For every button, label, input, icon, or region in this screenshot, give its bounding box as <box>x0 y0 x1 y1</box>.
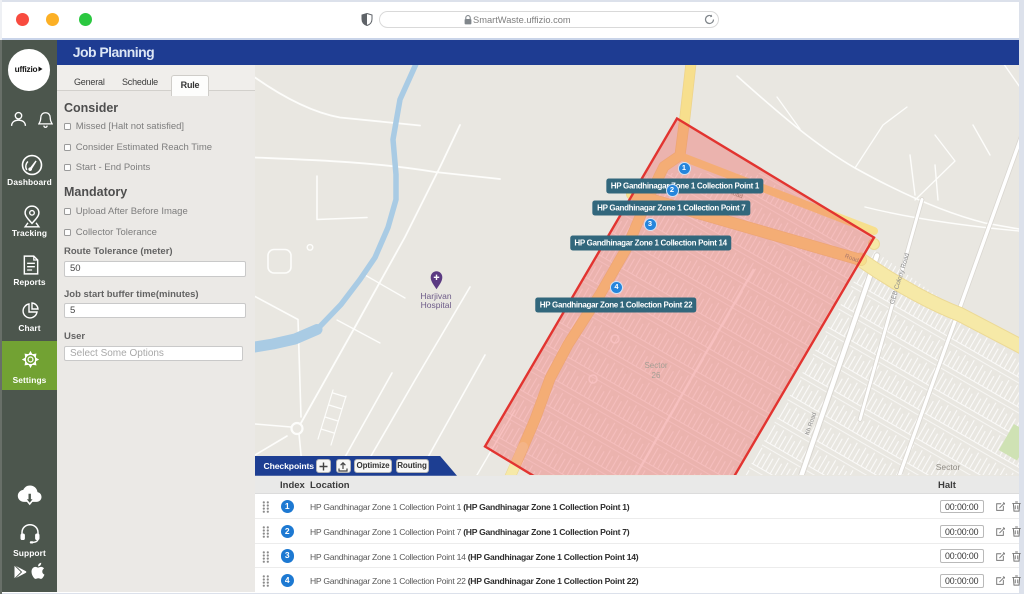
svg-text:26: 26 <box>652 371 661 380</box>
svg-text:Sector: Sector <box>644 361 667 370</box>
svg-text:Sector: Sector <box>936 462 961 472</box>
svg-text:Hospital: Hospital <box>421 300 452 310</box>
